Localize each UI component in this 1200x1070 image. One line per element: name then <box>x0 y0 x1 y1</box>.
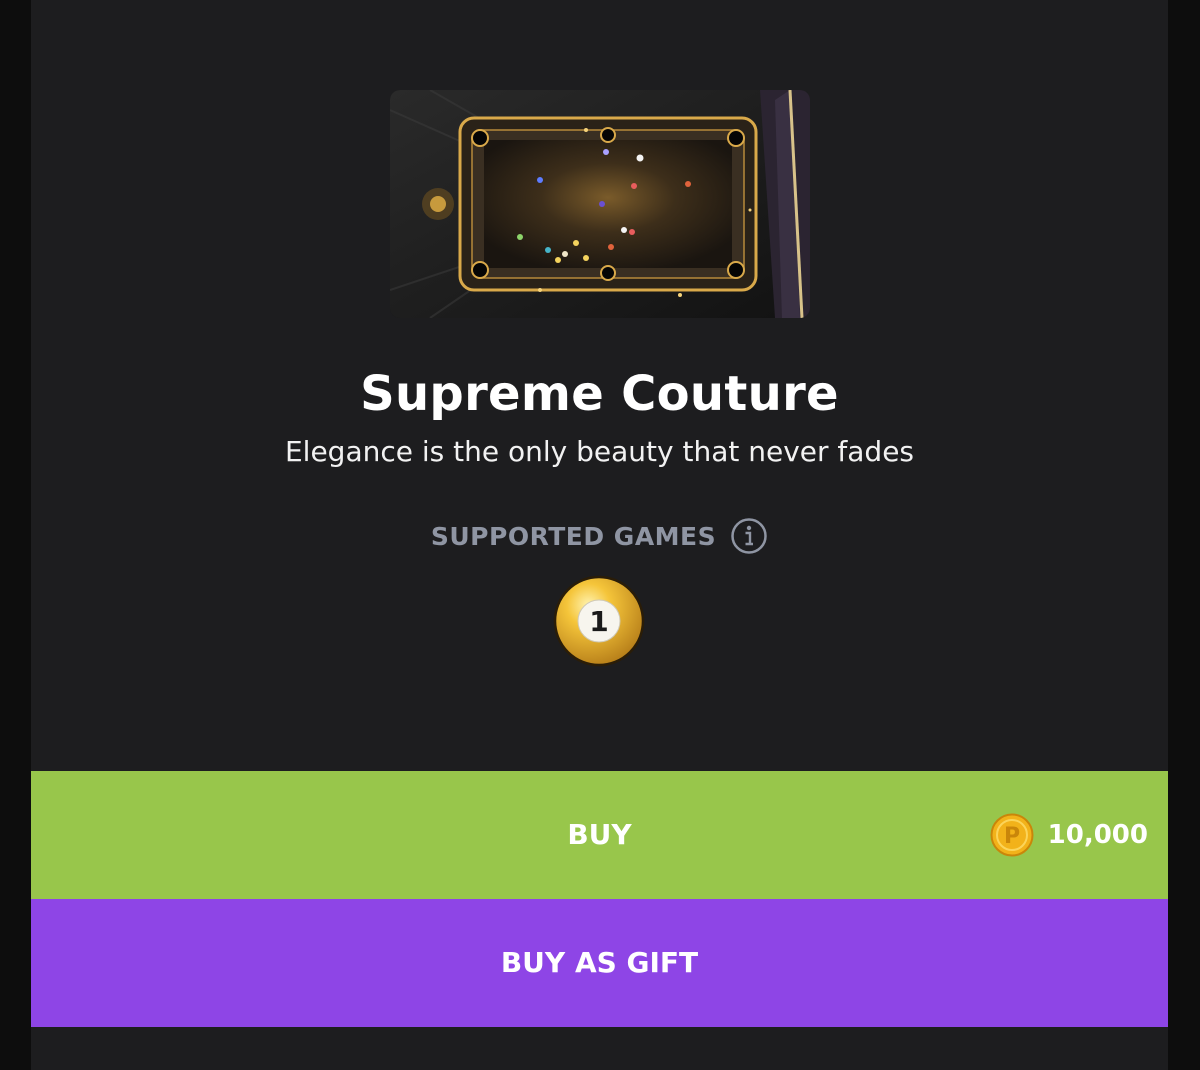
left-edge <box>0 0 31 1070</box>
right-edge <box>1168 0 1200 1070</box>
info-icon[interactable] <box>730 517 768 555</box>
item-detail-panel: Supreme Couture Elegance is the only bea… <box>31 0 1168 1070</box>
item-preview-image <box>390 90 810 318</box>
buy-as-gift-button[interactable]: BUY AS GIFT <box>31 899 1168 1027</box>
item-tagline: Elegance is the only beauty that never f… <box>284 435 915 468</box>
game-ball-number: 1 <box>589 605 608 638</box>
svg-text:P: P <box>1004 824 1020 849</box>
buy-as-gift-label: BUY AS GIFT <box>500 946 699 979</box>
8-ball-pool-ball-1-icon[interactable]: 1 <box>553 575 645 667</box>
supported-games-header: SUPPORTED GAMES <box>31 516 1168 556</box>
price-value: 10,000 <box>1047 820 1148 850</box>
item-title: Supreme Couture <box>360 366 839 422</box>
price-tag: P 10,000 <box>990 813 1148 857</box>
supported-games-label: SUPPORTED GAMES <box>430 521 717 551</box>
buy-button[interactable]: BUY P 10,000 <box>31 771 1168 899</box>
coin-icon: P <box>990 813 1034 857</box>
